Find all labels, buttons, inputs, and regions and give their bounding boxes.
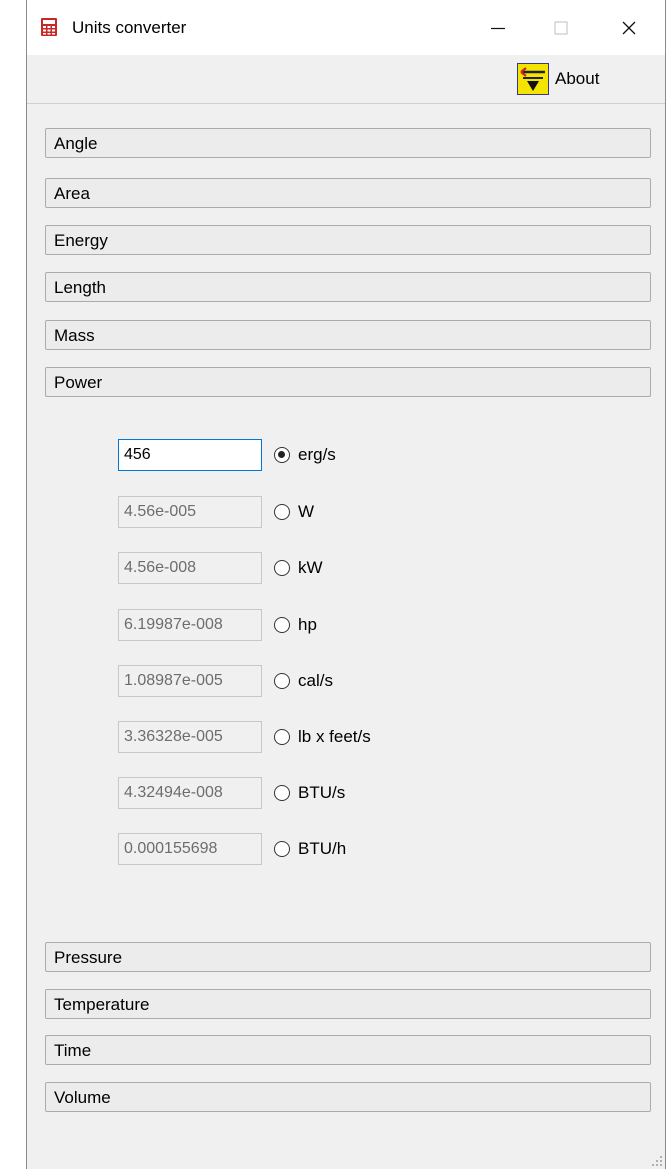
category-length[interactable]: Length [45,272,651,302]
unit-row: hp [118,609,317,641]
category-temperature[interactable]: Temperature [45,989,651,1019]
title-bar[interactable]: Units converter [27,0,665,55]
unit-row: cal/s [118,665,333,697]
unit-radio[interactable] [274,841,290,857]
unit-label: BTU/h [298,839,347,858]
unit-radio[interactable] [274,560,290,576]
app-window: Units converter About Angle Area Energy … [26,0,666,1169]
unit-label: kW [298,558,323,577]
unit-radio[interactable] [274,617,290,633]
unit-row: W [118,496,314,528]
value-field [118,777,262,809]
about-button[interactable]: About [517,63,599,95]
about-icon [517,63,549,95]
unit-radio[interactable] [274,447,290,463]
value-field [118,665,262,697]
unit-label: W [298,502,315,521]
category-power[interactable]: Power [45,367,651,397]
maximize-button[interactable] [533,0,589,55]
category-pressure[interactable]: Pressure [45,942,651,972]
window-title: Units converter [72,18,187,37]
unit-label: cal/s [298,671,333,690]
close-button[interactable] [601,0,657,55]
value-field [118,721,262,753]
value-field [118,609,262,641]
unit-label: BTU/s [298,783,346,802]
resize-grip-icon[interactable] [651,1155,663,1167]
category-time[interactable]: Time [45,1035,651,1065]
about-label: About [555,69,600,88]
unit-label: erg/s [298,445,336,464]
value-input[interactable] [118,439,262,471]
minimize-button[interactable] [470,0,526,55]
unit-row: BTU/s [118,777,345,809]
category-volume[interactable]: Volume [45,1082,651,1112]
unit-label: hp [298,615,317,634]
maximize-icon [554,21,568,34]
category-mass[interactable]: Mass [45,320,651,350]
category-energy[interactable]: Energy [45,225,651,255]
value-field [118,552,262,584]
unit-row: lb x feet/s [118,721,371,753]
category-area[interactable]: Area [45,178,651,208]
unit-radio[interactable] [274,729,290,745]
toolbar: About [27,55,665,104]
unit-row: BTU/h [118,833,346,865]
value-field [118,833,262,865]
unit-radio[interactable] [274,673,290,689]
unit-row: erg/s [118,439,336,471]
calculator-app-icon [41,18,57,36]
close-icon [622,21,636,34]
category-angle[interactable]: Angle [45,128,651,158]
value-field [118,496,262,528]
minimize-icon [491,27,505,29]
unit-label: lb x feet/s [298,727,371,746]
unit-radio[interactable] [274,785,290,801]
unit-radio[interactable] [274,504,290,520]
unit-row: kW [118,552,323,584]
